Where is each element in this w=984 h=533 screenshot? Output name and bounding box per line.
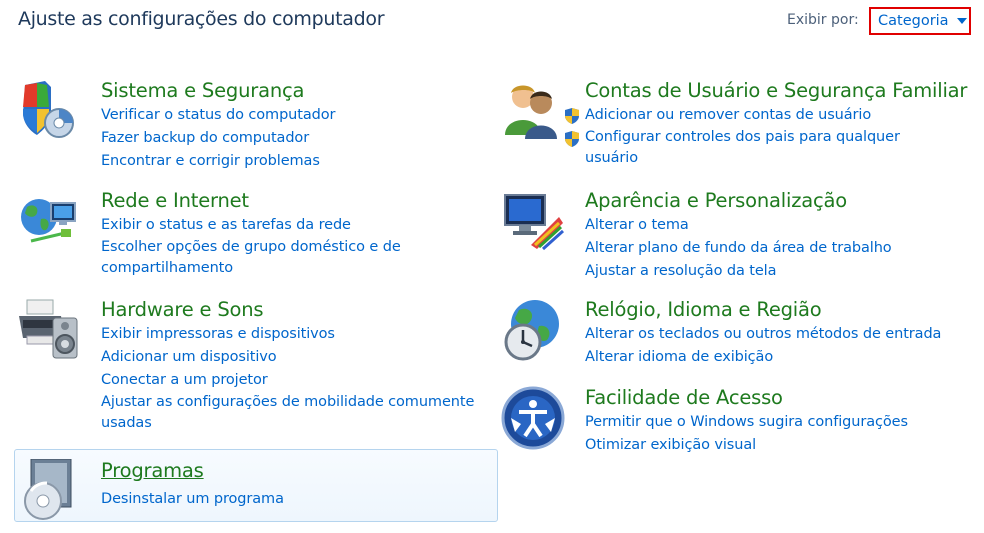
category-title[interactable]: Sistema e Segurança <box>101 79 304 103</box>
link-connect-projector[interactable]: Conectar a um projetor <box>101 369 501 392</box>
link-change-background[interactable]: Alterar plano de fundo da área de trabal… <box>585 237 892 260</box>
link-check-status[interactable]: Verificar o status do computador <box>101 104 335 127</box>
category-links: Exibir o status e as tarefas da rede Esc… <box>101 214 421 281</box>
link-windows-suggest-settings[interactable]: Permitir que o Windows sugira configuraç… <box>585 411 908 434</box>
link-add-remove-accounts[interactable]: Adicionar ou remover contas de usuário <box>563 104 955 127</box>
programs-icon[interactable] <box>17 459 81 523</box>
view-by-label: Exibir por: <box>787 12 859 28</box>
programs-hover-highlight <box>14 449 498 522</box>
uac-shield-icon <box>565 131 579 147</box>
view-by-value[interactable]: Categoria <box>878 13 949 29</box>
system-security-icon[interactable] <box>17 79 81 143</box>
category-title[interactable]: Facilidade de Acesso <box>585 386 783 410</box>
appearance-icon[interactable] <box>501 189 565 253</box>
link-backup[interactable]: Fazer backup do computador <box>101 127 335 150</box>
category-links: Permitir que o Windows sugira configuraç… <box>585 411 908 457</box>
category-title[interactable]: Relógio, Idioma e Região <box>585 298 822 322</box>
link-change-keyboards[interactable]: Alterar os teclados ou outros métodos de… <box>585 323 941 346</box>
category-links: Exibir impressoras e dispositivos Adicio… <box>101 323 501 436</box>
user-accounts-icon[interactable] <box>501 79 565 143</box>
link-display-language[interactable]: Alterar idioma de exibição <box>585 346 941 369</box>
link-optimize-visual-display[interactable]: Otimizar exibição visual <box>585 434 908 457</box>
link-network-status[interactable]: Exibir o status e as tarefas da rede <box>101 214 421 237</box>
link-mobility-settings[interactable]: Ajustar as configurações de mobilidade c… <box>101 392 501 434</box>
link-printers-devices[interactable]: Exibir impressoras e dispositivos <box>101 323 501 346</box>
link-screen-resolution[interactable]: Ajustar a resolução da tela <box>585 260 892 283</box>
view-by-dropdown[interactable]: Categoria <box>869 7 971 35</box>
category-title[interactable]: Rede e Internet <box>101 189 249 213</box>
category-title[interactable]: Contas de Usuário e Segurança Familiar <box>585 79 967 103</box>
page-title: Ajuste as configurações do computador <box>18 8 385 30</box>
category-links: Alterar o tema Alterar plano de fundo da… <box>585 214 892 283</box>
category-links: Adicionar ou remover contas de usuário C… <box>565 104 955 171</box>
link-troubleshoot[interactable]: Encontrar e corrigir problemas <box>101 150 335 173</box>
link-label[interactable]: Configurar controles dos pais para qualq… <box>585 129 900 166</box>
link-homegroup-sharing[interactable]: Escolher opções de grupo doméstico e de … <box>101 237 421 279</box>
link-change-theme[interactable]: Alterar o tema <box>585 214 892 237</box>
category-title[interactable]: Programas <box>101 459 204 483</box>
clock-region-icon[interactable] <box>501 298 565 362</box>
link-add-device[interactable]: Adicionar um dispositivo <box>101 346 501 369</box>
dropdown-arrow-icon[interactable] <box>956 18 967 24</box>
uac-shield-icon <box>565 108 579 124</box>
category-links: Desinstalar um programa <box>101 488 284 511</box>
hardware-sound-icon[interactable] <box>17 298 81 362</box>
link-label[interactable]: Adicionar ou remover contas de usuário <box>585 107 871 123</box>
category-links: Alterar os teclados ou outros métodos de… <box>585 323 941 369</box>
link-uninstall-program[interactable]: Desinstalar um programa <box>101 488 284 511</box>
link-parental-controls[interactable]: Configurar controles dos pais para qualq… <box>563 127 955 169</box>
ease-of-access-icon[interactable] <box>501 386 565 450</box>
category-links: Verificar o status do computador Fazer b… <box>101 104 335 173</box>
network-internet-icon[interactable] <box>17 189 81 253</box>
category-title[interactable]: Hardware e Sons <box>101 298 264 322</box>
category-title[interactable]: Aparência e Personalização <box>585 189 847 213</box>
